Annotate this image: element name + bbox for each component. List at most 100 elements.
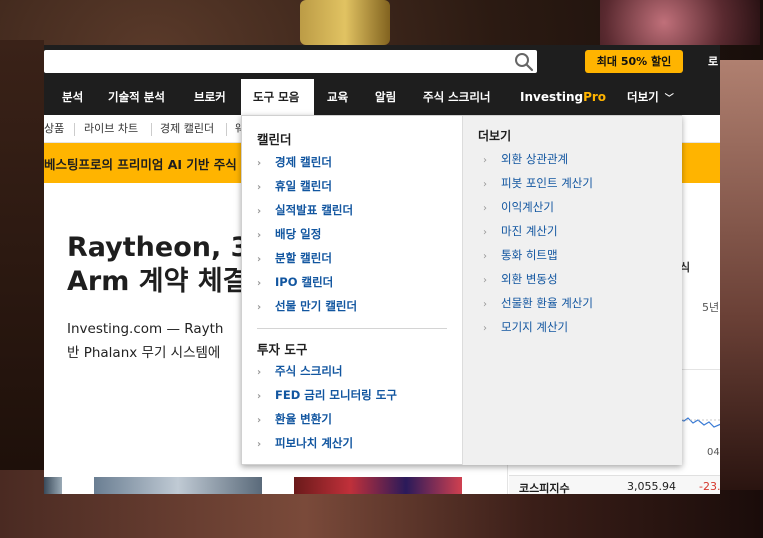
background-shape xyxy=(600,0,760,45)
index-value: 3,055.94 xyxy=(627,480,676,493)
chevron-right-icon: › xyxy=(257,254,262,265)
chevron-right-icon: › xyxy=(257,230,262,241)
menu-item-earnings-calendar[interactable]: › 실적발표 캘린더 xyxy=(257,202,353,220)
search-input[interactable] xyxy=(44,50,537,73)
menu-item-profit-calculator[interactable]: › 이익계산기 xyxy=(483,199,554,217)
background-shape xyxy=(300,0,390,45)
subnav-item-live-chart[interactable]: 라이브 차트 xyxy=(84,115,138,143)
subnav-item-products[interactable]: 상품 xyxy=(44,115,64,143)
chevron-right-icon: › xyxy=(257,206,262,217)
chevron-right-icon: › xyxy=(257,415,262,426)
chevron-right-icon: › xyxy=(257,439,262,450)
menu-item-forward-rate-calculator[interactable]: › 선물환 환율 계산기 xyxy=(483,295,593,313)
divider xyxy=(74,123,75,136)
menu-item-label: 주식 스크리너 xyxy=(275,364,343,378)
nav-item-investingpro[interactable]: InvestingPro xyxy=(520,79,606,115)
nav-more-label: 더보기 xyxy=(627,90,659,104)
menu-item-label: 환율 변환기 xyxy=(275,412,332,426)
chevron-right-icon: › xyxy=(257,367,262,378)
chevron-right-icon: › xyxy=(257,182,262,193)
search-icon[interactable] xyxy=(514,52,534,72)
chevron-right-icon: › xyxy=(257,158,262,169)
menu-item-label: 선물환 환율 계산기 xyxy=(501,296,593,310)
menu-item-label: FED 금리 모니터링 도구 xyxy=(275,388,397,402)
menu-item-dividend-calendar[interactable]: › 배당 일정 xyxy=(257,226,321,244)
nav-item-analysis[interactable]: 분석 xyxy=(62,79,83,115)
menu-item-futures-expiry-calendar[interactable]: › 선물 만기 캘린더 xyxy=(257,298,357,316)
menu-item-label: 외환 변동성 xyxy=(501,272,558,286)
main-nav: 분석 기술적 분석 브로커 도구 모음 교육 알림 주식 스크리너 Invest… xyxy=(44,79,720,115)
menu-item-pivot-point-calculator[interactable]: › 피봇 포인트 계산기 xyxy=(483,175,593,193)
menu-item-label: 휴일 캘린더 xyxy=(275,179,332,193)
menu-item-split-calendar[interactable]: › 분할 캘린더 xyxy=(257,250,332,268)
menu-item-economic-calendar[interactable]: › 경제 캘린더 xyxy=(257,154,332,172)
chevron-right-icon: › xyxy=(483,251,487,262)
sparkline-chart xyxy=(678,417,720,428)
menu-item-ipo-calendar[interactable]: › IPO 캘린더 xyxy=(257,274,333,292)
chevron-right-icon: › xyxy=(257,278,262,289)
menu-item-forex-correlation[interactable]: › 외환 상관관계 xyxy=(483,151,568,169)
nav-item-alerts[interactable]: 알림 xyxy=(375,79,396,115)
menu-item-label: 마진 계산기 xyxy=(501,224,558,238)
chevron-right-icon: › xyxy=(483,227,487,238)
article-headline[interactable]: Raytheon, 3 Arm 계약 체결 xyxy=(67,231,249,299)
discount-button[interactable]: 최대 50% 할인 xyxy=(585,50,683,73)
nav-item-more[interactable]: 더보기 ﹀ xyxy=(627,79,674,115)
nav-item-tools[interactable]: 도구 모음 xyxy=(241,79,314,115)
more-heading: 더보기 xyxy=(478,129,512,143)
menu-item-holiday-calendar[interactable]: › 휴일 캘린더 xyxy=(257,178,332,196)
index-name: 코스피지수 xyxy=(519,482,570,494)
banner-text: 베스팅프로의 프리미엄 AI 기반 주식 xyxy=(44,157,237,172)
headline-line: Raytheon, 3 xyxy=(67,232,250,263)
news-thumbnail[interactable] xyxy=(294,477,462,494)
subnav-item-economic-calendar[interactable]: 경제 캘린더 xyxy=(160,115,214,143)
news-thumbnail[interactable] xyxy=(94,477,262,494)
menu-item-label: 실적발표 캘린더 xyxy=(275,203,354,217)
top-bar: 최대 50% 할인 로 xyxy=(44,45,720,79)
menu-item-label: IPO 캘린더 xyxy=(275,275,334,289)
index-row-kospi[interactable]: 코스피지수 3,055.94 -23. xyxy=(509,475,720,494)
divider xyxy=(226,123,227,136)
nav-item-brokers[interactable]: 브로커 xyxy=(194,79,226,115)
chevron-right-icon: › xyxy=(483,155,487,166)
menu-item-forex-volatility[interactable]: › 외환 변동성 xyxy=(483,271,558,289)
background-shape xyxy=(720,60,763,490)
login-link[interactable]: 로 xyxy=(708,53,718,69)
news-thumbnail[interactable] xyxy=(44,477,62,494)
menu-item-fed-rate-monitor[interactable]: › FED 금리 모니터링 도구 xyxy=(257,387,397,405)
chevron-right-icon: › xyxy=(257,391,262,402)
menu-item-label: 모기지 계산기 xyxy=(501,320,569,334)
menu-item-currency-converter[interactable]: › 환율 변환기 xyxy=(257,411,332,429)
sidebar-tab-fragment[interactable]: 5년 xyxy=(702,299,719,315)
menu-item-label: 통화 히트맵 xyxy=(501,248,558,262)
article-summary: Investing.com — Rayth 반 Phalanx 무기 시스템에 xyxy=(67,317,223,365)
menu-item-label: 경제 캘린더 xyxy=(275,155,332,169)
menu-item-label: 배당 일정 xyxy=(275,227,322,241)
menu-item-label: 피봇 포인트 계산기 xyxy=(501,176,593,190)
calendar-heading: 캘린더 xyxy=(257,132,292,147)
tools-dropdown-menu: 캘린더 › 경제 캘린더 › 휴일 캘린더 › 실적발표 캘린더 › 배당 일정 › 분할… xyxy=(241,115,682,465)
invest-tools-heading: 투자 도구 xyxy=(257,342,308,357)
nav-item-technical[interactable]: 기술적 분석 xyxy=(108,79,165,115)
summary-line: 반 Phalanx 무기 시스템에 xyxy=(67,345,221,361)
menu-item-label: 선물 만기 캘린더 xyxy=(275,299,358,313)
index-change: -23. xyxy=(699,480,720,493)
pro-brand-text: Pro xyxy=(583,90,607,104)
menu-item-fibonacci-calculator[interactable]: › 피보나치 계산기 xyxy=(257,435,353,453)
nav-item-education[interactable]: 교육 xyxy=(327,79,348,115)
nav-item-screener[interactable]: 주식 스크리너 xyxy=(423,79,490,115)
chevron-down-icon: ﹀ xyxy=(664,94,674,104)
chart-axis-label: 04 xyxy=(707,447,720,458)
chevron-right-icon: › xyxy=(257,302,262,313)
menu-item-currency-heatmap[interactable]: › 통화 히트맵 xyxy=(483,247,558,265)
menu-item-margin-calculator[interactable]: › 마진 계산기 xyxy=(483,223,558,241)
divider xyxy=(151,123,152,136)
menu-item-label: 분할 캘린더 xyxy=(275,251,332,265)
menu-item-label: 이익계산기 xyxy=(501,200,554,214)
dropdown-right-column: 더보기 › 외환 상관관계 › 피봇 포인트 계산기 › 이익계산기 › 마진 계산기 … xyxy=(462,116,682,465)
chevron-right-icon: › xyxy=(483,275,487,286)
menu-item-stock-screener[interactable]: › 주식 스크리너 xyxy=(257,363,342,381)
chevron-right-icon: › xyxy=(483,179,487,190)
menu-item-mortgage-calculator[interactable]: › 모기지 계산기 xyxy=(483,319,568,337)
chevron-right-icon: › xyxy=(483,203,487,214)
